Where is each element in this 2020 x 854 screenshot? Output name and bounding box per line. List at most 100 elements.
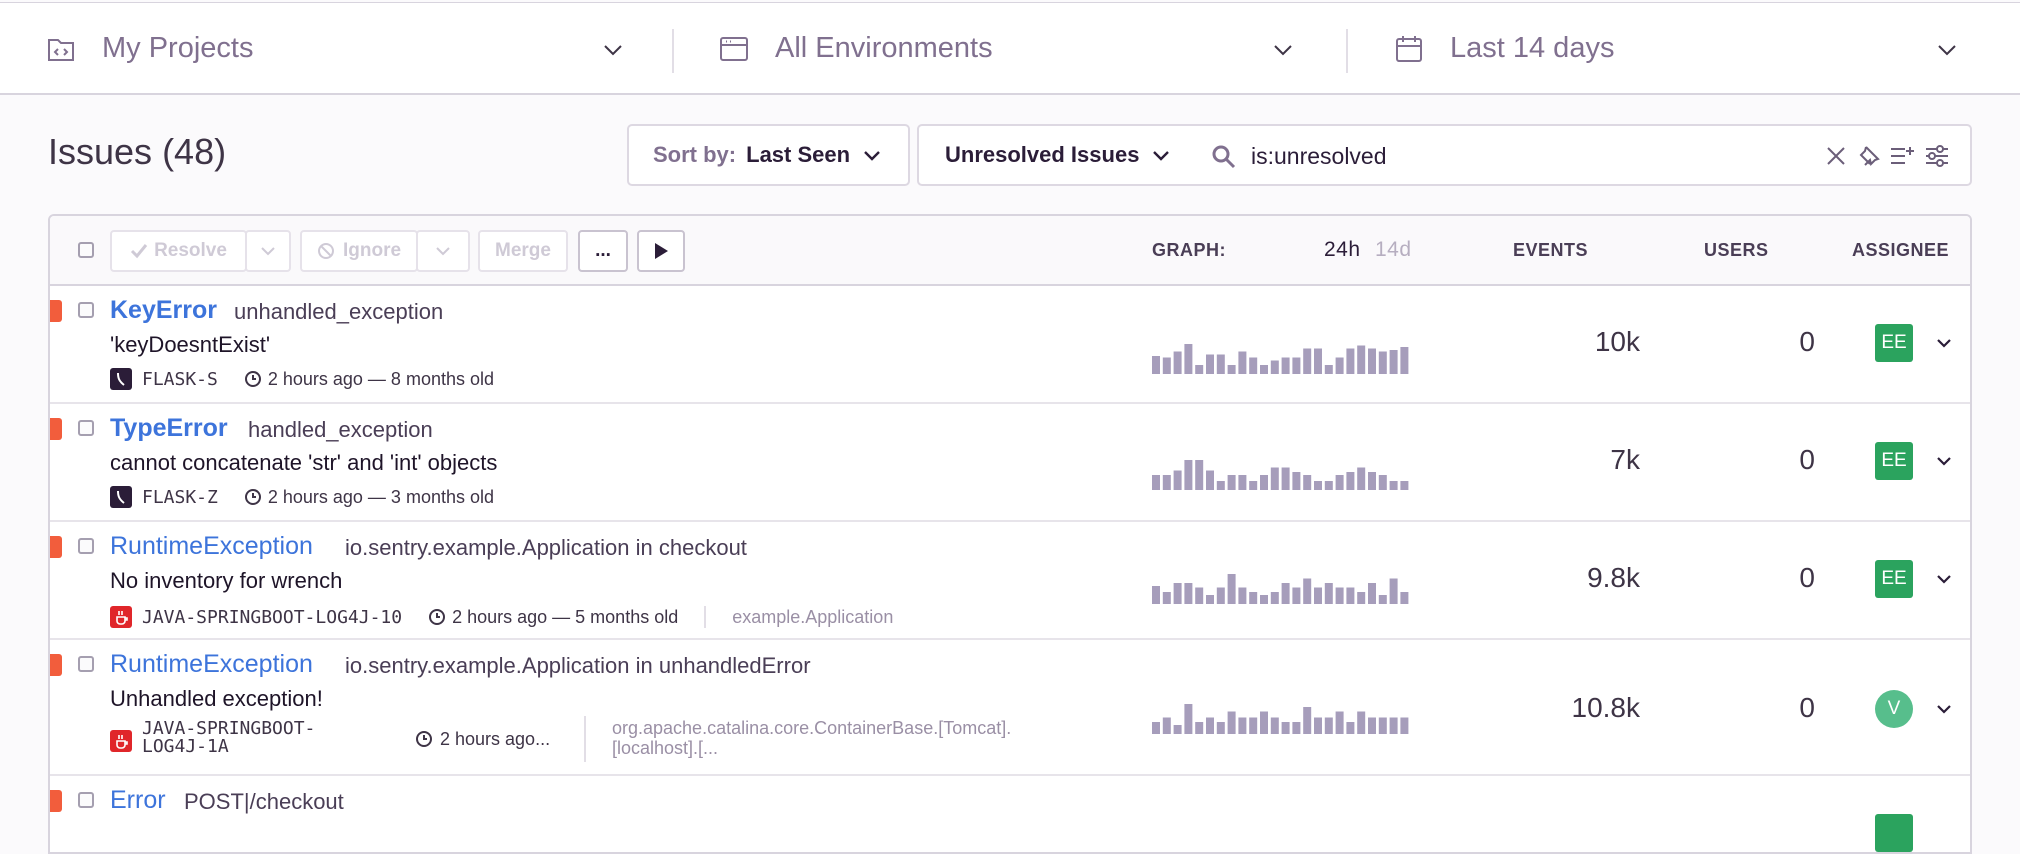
issue-row[interactable]: RuntimeException io.sentry.example.Appli… <box>50 640 1970 776</box>
graph-bar <box>1281 467 1290 490</box>
chevron-down-icon[interactable] <box>1935 334 1953 352</box>
issue-graph <box>1152 700 1412 734</box>
search-query[interactable]: is:unresolved <box>1251 143 1387 170</box>
chevron-down-icon[interactable] <box>1935 700 1953 718</box>
search-bar[interactable]: is:unresolved <box>1197 124 1972 186</box>
chevron-down-icon <box>1272 39 1294 61</box>
events-column-header: EVENTS <box>1513 240 1589 260</box>
graph-bar <box>1249 717 1258 734</box>
issue-title-link[interactable]: KeyError <box>110 296 217 325</box>
graph-bar <box>1368 472 1376 490</box>
time-period-selector[interactable]: Last 14 days <box>1394 3 1958 94</box>
issue-message: cannot concatenate 'str' and 'int' objec… <box>110 450 498 475</box>
graph-bar <box>1346 722 1355 734</box>
issue-title-link[interactable]: Error <box>110 786 166 815</box>
resolve-label: Resolve <box>154 240 227 261</box>
saved-search-dropdown[interactable]: Unresolved Issues <box>917 124 1199 186</box>
chevron-down-icon[interactable] <box>1935 570 1953 588</box>
merge-button[interactable]: Merge <box>478 230 568 272</box>
clock-icon <box>244 370 262 388</box>
graph-bar <box>1324 365 1333 374</box>
issue-list-panel: Resolve Ignore Merge ... GRAPH: 24h 14d … <box>48 214 1972 854</box>
graph-column-header: GRAPH: <box>1152 240 1226 260</box>
issue-title-link[interactable]: TypeError <box>110 414 228 443</box>
sort-by-dropdown[interactable]: Sort by: Last Seen <box>627 124 910 186</box>
assignee-avatar[interactable]: EE <box>1875 324 1913 362</box>
environment-selector[interactable]: All Environments <box>719 3 1294 94</box>
issue-checkbox[interactable] <box>78 302 94 318</box>
issue-graph <box>1152 456 1412 490</box>
chevron-down-icon <box>862 145 882 165</box>
graph-bar <box>1206 595 1214 604</box>
ignore-button[interactable]: Ignore <box>300 230 418 272</box>
environment-selector-label: All Environments <box>775 32 993 64</box>
graph-bar <box>1238 587 1247 604</box>
chevron-down-icon <box>1936 39 1958 61</box>
graph-bar <box>1173 725 1182 734</box>
clock-icon <box>244 488 262 506</box>
graph-bar <box>1324 481 1333 490</box>
issue-row[interactable]: Error POST|/checkout <box>50 776 1970 852</box>
assignee-avatar[interactable]: EE <box>1875 442 1913 480</box>
graph-period-14d[interactable]: 14d <box>1375 238 1412 262</box>
issue-message: Unhandled exception! <box>110 686 323 711</box>
graph-bar <box>1346 472 1355 490</box>
search-settings-icon[interactable] <box>1925 145 1949 167</box>
level-indicator-error <box>50 536 62 558</box>
graph-bar <box>1292 472 1301 490</box>
pin-search-icon[interactable] <box>1858 145 1880 167</box>
issue-row[interactable]: KeyError unhandled_exception 'keyDoesntE… <box>50 286 1970 404</box>
graph-bar <box>1378 351 1387 374</box>
graph-bar <box>1314 348 1322 374</box>
graph-bar <box>1152 475 1160 490</box>
short-id-link[interactable]: JAVA-SPRINGBOOT-LOG4J-10 <box>142 607 402 628</box>
issue-checkbox[interactable] <box>78 420 94 436</box>
issue-list-actions: Resolve Ignore Merge ... GRAPH: 24h 14d … <box>50 216 1970 286</box>
assignee-avatar[interactable] <box>1875 814 1913 852</box>
graph-bar <box>1335 587 1344 604</box>
short-id-link[interactable]: JAVA-SPRINGBOOT-LOG4J-1A <box>142 720 342 756</box>
graph-period-24h[interactable]: 24h <box>1324 238 1361 262</box>
project-icon <box>46 34 76 64</box>
graph-bar <box>1400 717 1409 734</box>
clear-search-icon[interactable] <box>1825 145 1847 167</box>
resolve-button[interactable]: Resolve <box>110 230 247 272</box>
graph-bar <box>1357 345 1366 374</box>
graph-bar <box>1389 350 1398 374</box>
issue-row[interactable]: TypeError handled_exception cannot conca… <box>50 404 1970 522</box>
project-selector[interactable]: My Projects <box>46 3 624 94</box>
issue-message: 'keyDoesntExist' <box>110 332 271 357</box>
graph-bar <box>1400 592 1409 604</box>
graph-bar <box>1270 717 1279 734</box>
graph-bar <box>1368 717 1376 734</box>
chevron-down-icon <box>1151 145 1171 165</box>
play-realtime-button[interactable] <box>637 230 685 272</box>
assignee-avatar[interactable]: EE <box>1875 560 1913 598</box>
short-id-link[interactable]: FLASK-Z <box>142 487 218 508</box>
select-all-checkbox[interactable] <box>78 242 94 258</box>
graph-bar <box>1281 357 1290 374</box>
issue-title-link[interactable]: RuntimeException <box>110 650 313 679</box>
assignee-avatar[interactable]: V <box>1875 690 1913 728</box>
issue-title-link[interactable]: RuntimeException <box>110 532 313 561</box>
add-to-saved-searches-icon[interactable] <box>1890 145 1916 167</box>
ignore-options-button[interactable] <box>416 230 470 272</box>
short-id-link[interactable]: FLASK-S <box>142 369 218 390</box>
environment-icon <box>719 34 749 64</box>
graph-bar <box>1195 460 1204 490</box>
level-indicator-error <box>50 790 62 812</box>
chevron-down-icon[interactable] <box>1935 452 1953 470</box>
issue-checkbox[interactable] <box>78 792 94 808</box>
graph-bar <box>1378 475 1387 490</box>
graph-bar <box>1249 357 1258 374</box>
resolve-options-button[interactable] <box>245 230 291 272</box>
issue-checkbox[interactable] <box>78 538 94 554</box>
issue-row[interactable]: RuntimeException io.sentry.example.Appli… <box>50 522 1970 640</box>
issue-checkbox[interactable] <box>78 656 94 672</box>
event-count: 10k <box>1594 326 1640 357</box>
divider <box>704 606 707 628</box>
users-column-header: USERS <box>1704 240 1769 260</box>
event-count: 10.8k <box>1571 692 1641 723</box>
graph-bar <box>1357 711 1366 734</box>
more-actions-button[interactable]: ... <box>578 230 628 272</box>
